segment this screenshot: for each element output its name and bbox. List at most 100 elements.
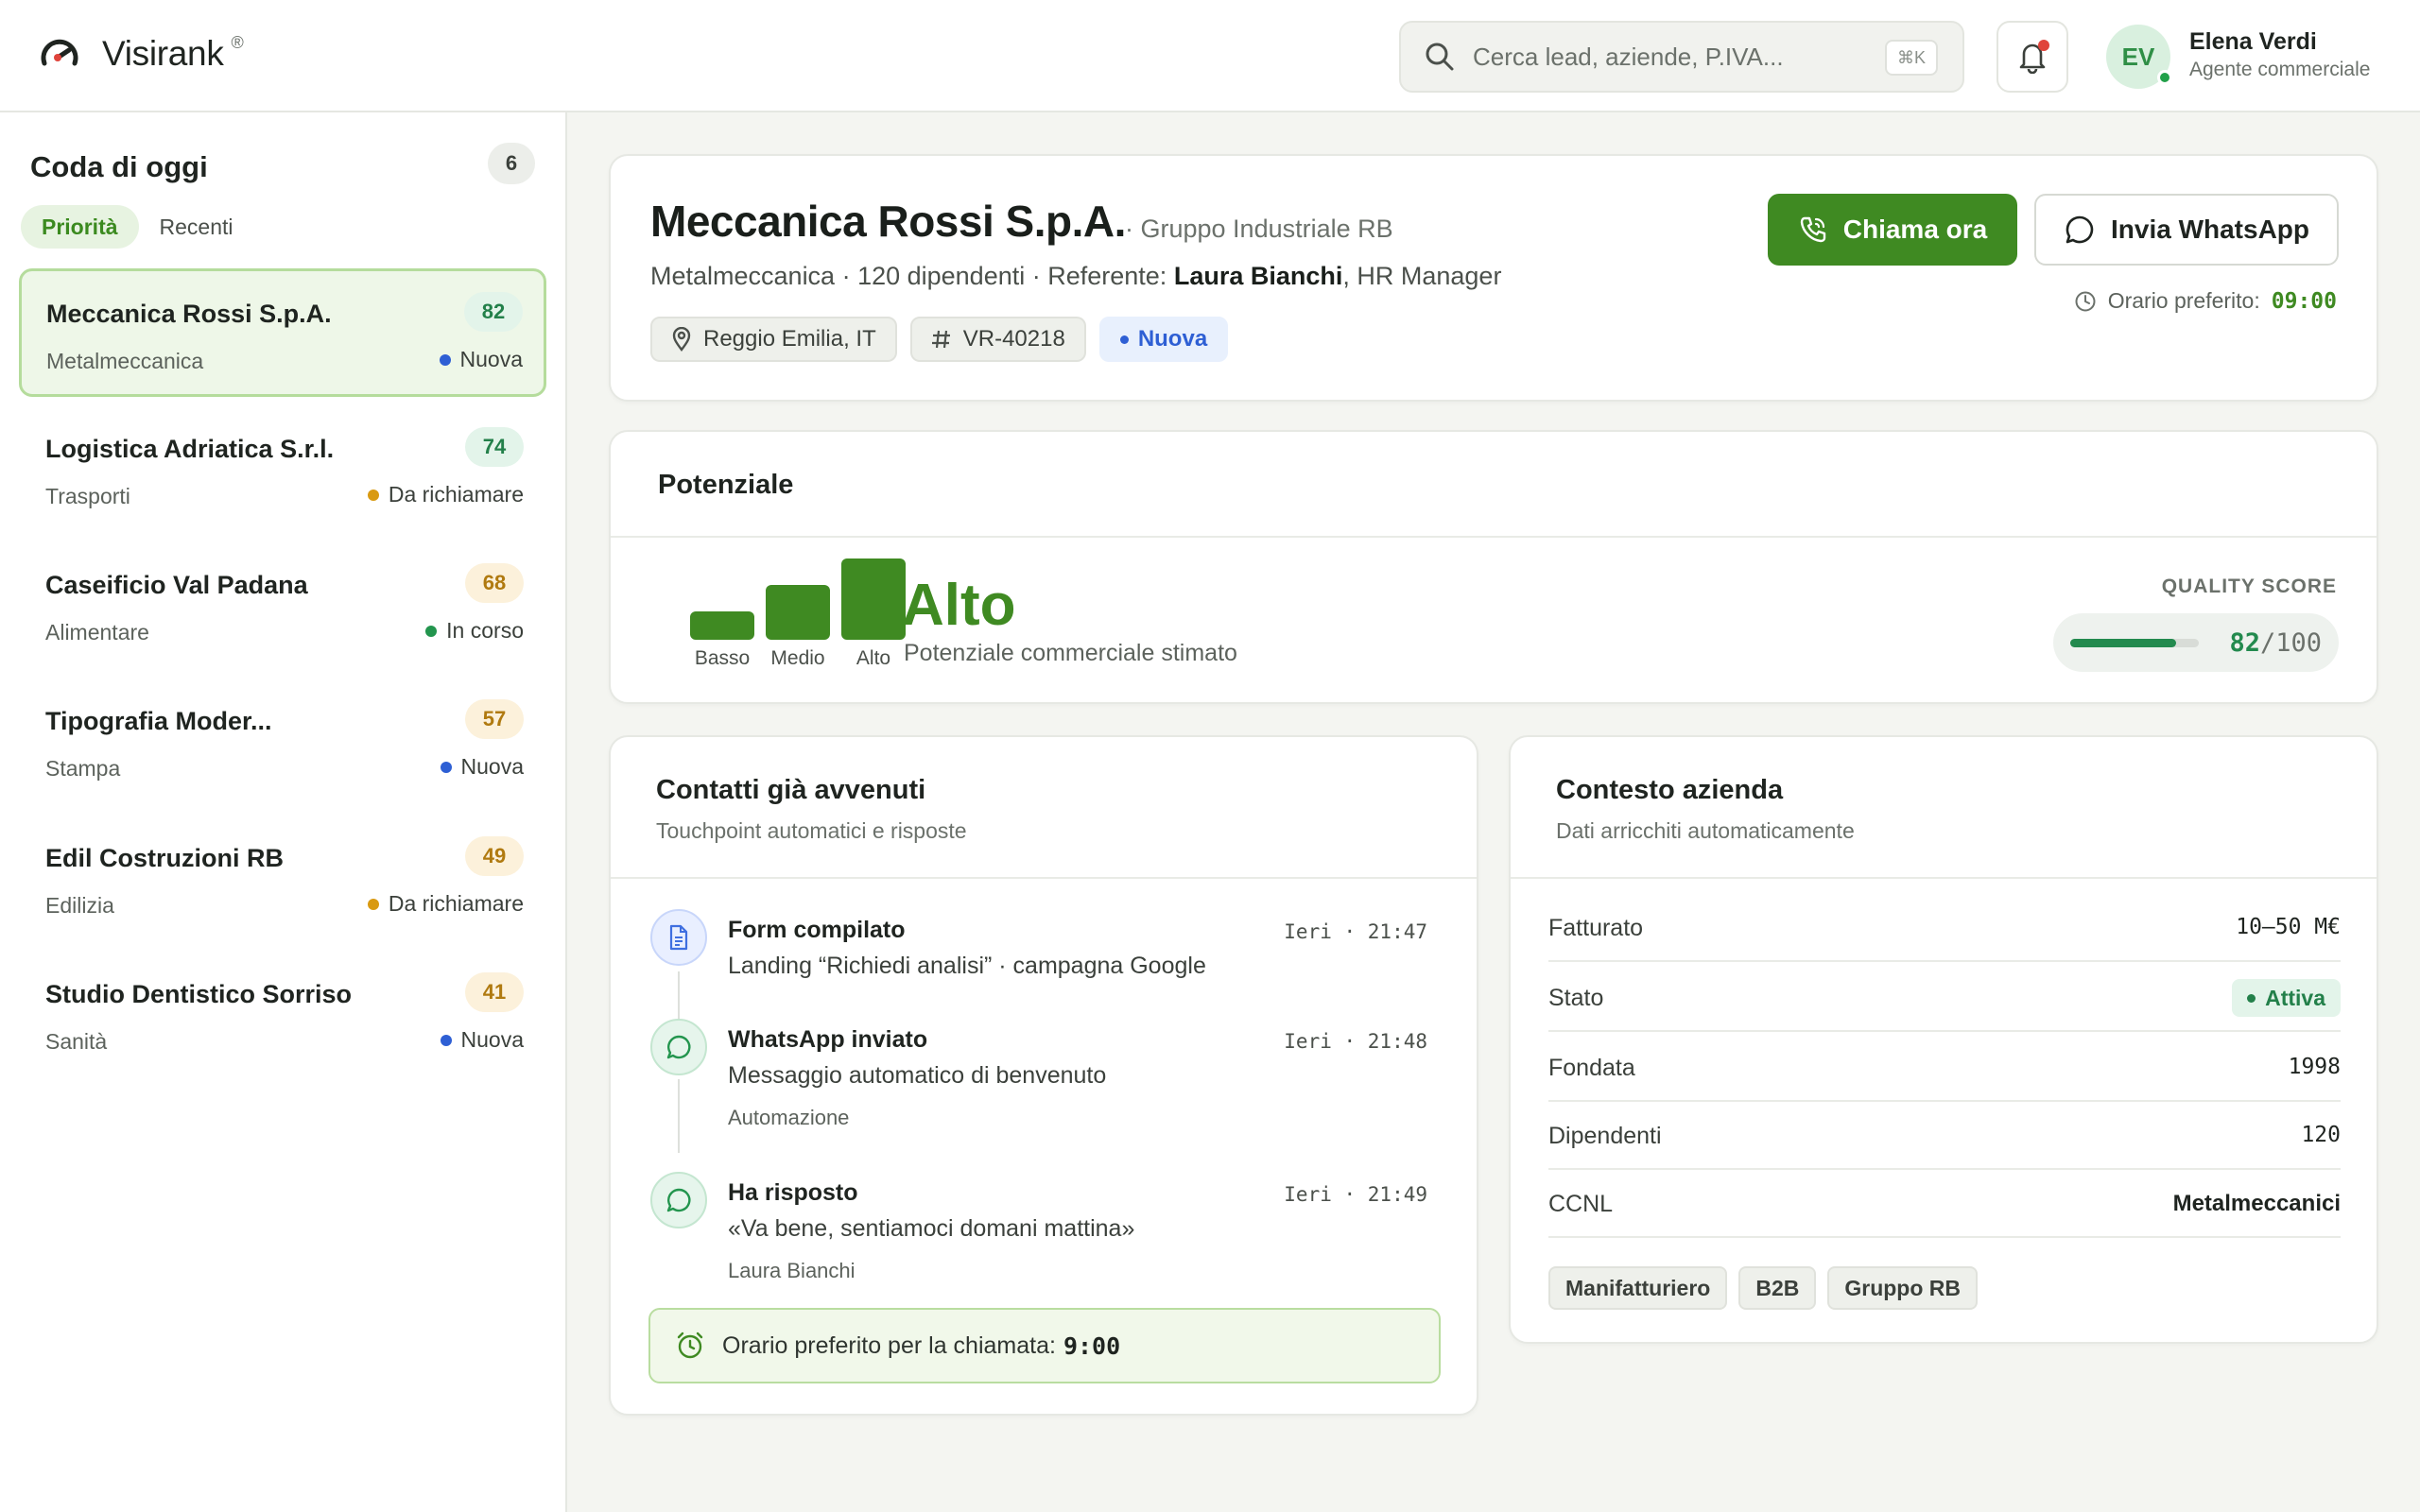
contacts-subtitle: Touchpoint automatici e risposte — [656, 818, 967, 843]
quality-score-track — [2070, 639, 2199, 647]
preferred-time: Orario preferito: 09:00 — [2074, 288, 2337, 314]
event-title: WhatsApp inviato — [728, 1026, 928, 1053]
logo-icon — [41, 39, 78, 66]
context-row-founded: Fondata 1998 — [1548, 1034, 2341, 1102]
lead-item[interactable]: Edil Costruzioni RB Edilizia 49 Da richi… — [19, 814, 546, 942]
notification-dot — [2038, 40, 2049, 51]
app-name: Visirank — [102, 34, 224, 73]
notifications-button[interactable] — [1996, 21, 2068, 93]
founded-label: Fondata — [1548, 1055, 1635, 1081]
search-bar[interactable]: Cerca lead, aziende, P.IVA... ⌘K — [1399, 21, 1964, 93]
user-name: Elena Verdi — [2189, 28, 2317, 55]
quality-score-max: /100 — [2259, 628, 2322, 658]
tag[interactable]: Manifatturiero — [1548, 1266, 1728, 1310]
lead-item[interactable]: Studio Dentistico Sorriso Sanità 41 Nuov… — [19, 950, 546, 1078]
queue-title: Coda di oggi — [30, 150, 208, 183]
avatar-initials: EV — [2121, 42, 2155, 71]
company-meta: Metalmeccanica · 120 dipendenti · Refere… — [650, 262, 1501, 291]
lead-status-label: In corso — [446, 618, 524, 643]
employees-value: 120 — [2301, 1123, 2341, 1147]
contacts-title: Contatti già avvenuti — [656, 775, 926, 805]
lead-name: Caseificio Val Padana — [45, 571, 308, 599]
queue-count-badge: 6 — [488, 143, 535, 184]
status-dot — [367, 898, 379, 910]
lead-score-badge: 74 — [465, 427, 524, 467]
lead-item[interactable]: Logistica Adriatica S.r.l. Trasporti 74 … — [19, 404, 546, 533]
lead-status-label: Da richiamare — [388, 891, 524, 916]
lead-status: Nuova — [440, 1027, 524, 1053]
lead-score-badge: 41 — [465, 972, 524, 1012]
chat-icon — [650, 1172, 707, 1228]
lead-sector: Metalmeccanica — [46, 349, 204, 373]
lead-sector: Alimentare — [45, 620, 149, 644]
lead-status: In corso — [425, 618, 524, 644]
location-label: Reggio Emilia, IT — [703, 326, 876, 352]
tab-recenti[interactable]: Recenti — [139, 205, 254, 249]
context-row-ccnl: CCNL Metalmeccanici — [1548, 1170, 2341, 1238]
lead-item[interactable]: Meccanica Rossi S.p.A. Metalmeccanica 82… — [19, 268, 546, 397]
state-value: Attiva — [2265, 985, 2325, 1010]
quality-score-label: QUALITY SCORE — [2161, 576, 2337, 597]
avatar[interactable]: EV — [2106, 25, 2172, 89]
ccnl-value: Metalmeccanici — [2172, 1191, 2341, 1216]
code-label: VR-40218 — [962, 326, 1065, 352]
status-dot — [440, 761, 452, 773]
event-time: Ieri · 21:49 — [1284, 1183, 1427, 1206]
revenue-label: Fatturato — [1548, 915, 1644, 941]
potential-title: Potenziale — [658, 470, 794, 500]
preferred-call-label: Orario preferito per la chiamata: — [722, 1332, 1056, 1359]
lead-name: Edil Costruzioni RB — [45, 844, 284, 872]
status-dot — [440, 1034, 452, 1046]
tag[interactable]: Gruppo RB — [1827, 1266, 1979, 1310]
tab-priorita[interactable]: Priorità — [21, 205, 139, 249]
tag[interactable]: B2B — [1738, 1266, 1817, 1310]
level-bar-medio — [766, 585, 830, 640]
context-row-employees: Dipendenti 120 — [1548, 1102, 2341, 1170]
lead-item[interactable]: Tipografia Moder... Stampa 57 Nuova — [19, 677, 546, 805]
chat-icon — [650, 1019, 707, 1075]
alarm-clock-icon — [677, 1332, 703, 1359]
event-time: Ieri · 21:47 — [1284, 920, 1427, 943]
quality-score-value: 82/100 — [2229, 628, 2322, 658]
level-label-alto: Alto — [856, 647, 891, 669]
potential-card: Potenziale Basso Medio Alto Alto Potenzi… — [609, 430, 2378, 704]
potential-header: Potenziale — [611, 432, 2377, 538]
top-bar: Visirank ® Cerca lead, aziende, P.IVA...… — [0, 0, 2420, 112]
hash-icon — [931, 330, 950, 349]
event-title: Form compilato — [728, 917, 906, 943]
call-now-label: Chiama ora — [1842, 215, 1988, 244]
meta-prefix: Metalmeccanica · 120 dipendenti · Refere… — [650, 262, 1167, 290]
search-shortcut: ⌘K — [1885, 40, 1938, 76]
call-now-button[interactable]: Chiama ora — [1768, 194, 2017, 266]
send-whatsapp-label: Invia WhatsApp — [2110, 215, 2309, 244]
send-whatsapp-button[interactable]: Invia WhatsApp — [2034, 194, 2339, 266]
lead-sector: Sanità — [45, 1029, 108, 1054]
lead-status: Nuova — [440, 754, 524, 780]
context-title: Contesto azienda — [1556, 775, 1784, 805]
status-dot — [367, 489, 379, 501]
lead-score-badge: 57 — [465, 699, 524, 739]
level-label-basso: Basso — [694, 647, 751, 669]
brand[interactable]: Visirank ® — [38, 32, 244, 76]
document-icon — [650, 909, 707, 966]
lead-status: Da richiamare — [367, 482, 524, 507]
search-icon — [1426, 43, 1454, 71]
lead-item[interactable]: Caseificio Val Padana Alimentare 68 In c… — [19, 541, 546, 669]
company-context-card: Contesto azienda Dati arricchiti automat… — [1509, 735, 2378, 1344]
contact-name: Laura Bianchi — [1173, 262, 1343, 290]
search-input[interactable]: Cerca lead, aziende, P.IVA... — [1473, 43, 1784, 72]
context-row-state: Stato Attiva — [1548, 964, 2341, 1032]
context-header: Contesto azienda Dati arricchiti automat… — [1511, 737, 2377, 879]
contact-role: , HR Manager — [1342, 262, 1502, 290]
company-tags: Manifatturiero B2B Gruppo RB — [1548, 1266, 1989, 1310]
event-title: Ha risposto — [728, 1179, 858, 1206]
online-indicator — [2157, 70, 2172, 85]
lead-sector: Edilizia — [45, 893, 114, 918]
queue-tabs: Priorità Recenti — [21, 205, 254, 249]
status-label: Nuova — [1137, 326, 1208, 352]
state-label: Stato — [1548, 985, 1604, 1011]
code-chip: VR-40218 — [909, 317, 1086, 362]
user-role: Agente commerciale — [2189, 59, 2371, 80]
company-name: Meccanica Rossi S.p.A. — [650, 197, 1126, 246]
lead-status: Nuova — [439, 347, 523, 372]
